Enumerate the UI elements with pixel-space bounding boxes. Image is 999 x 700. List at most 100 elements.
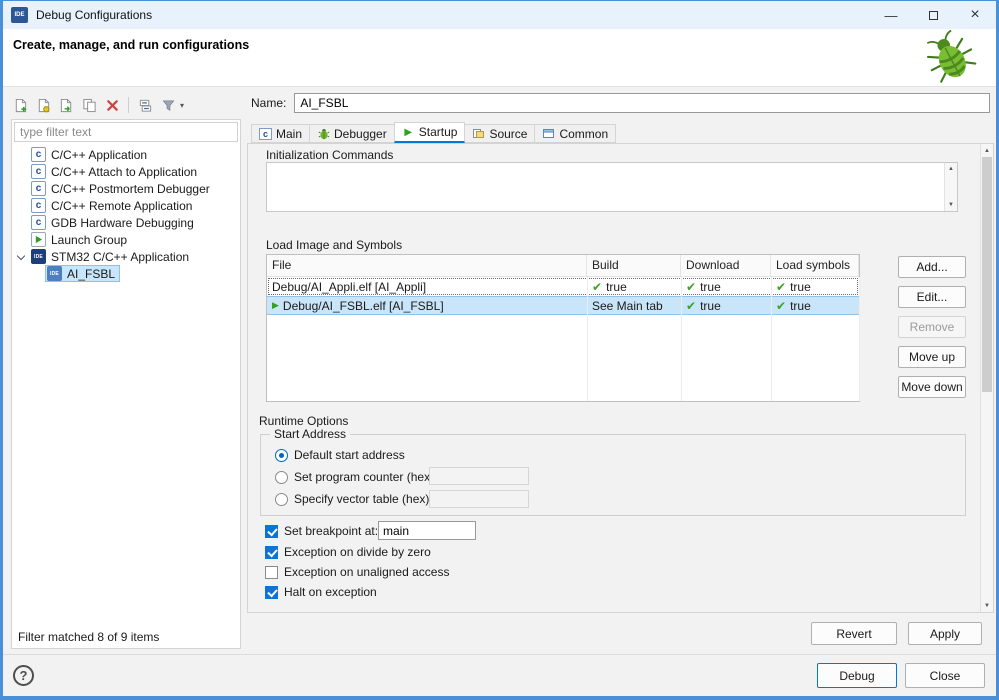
close-window-button[interactable]: × <box>954 1 996 29</box>
breakpoint-input[interactable] <box>378 521 476 540</box>
tree-item-gdb-hardware[interactable]: c GDB Hardware Debugging <box>12 214 240 231</box>
play-icon: ▶ <box>272 301 279 310</box>
init-commands-area: ▲ ▼ <box>266 162 958 212</box>
debugger-tab-icon <box>317 127 330 140</box>
checkbox-icon[interactable] <box>265 546 278 559</box>
tab-startup[interactable]: ▶ Startup <box>394 122 466 143</box>
configuration-editor: Name: c Main Debugger ▶ Startup <box>247 91 994 651</box>
scroll-up-icon[interactable]: ▲ <box>981 144 993 157</box>
vector-table-input <box>429 490 529 508</box>
tab-source[interactable]: Source <box>464 124 535 143</box>
tab-common[interactable]: Common <box>534 124 616 143</box>
build-cell: true <box>606 280 627 294</box>
tree-item-cpp-attach[interactable]: c C/C++ Attach to Application <box>12 163 240 180</box>
close-button[interactable]: Close <box>905 663 985 688</box>
debug-configurations-dialog: IDE Debug Configurations — × Create, man… <box>0 0 999 700</box>
checkbox-icon[interactable] <box>265 586 278 599</box>
scroll-down-icon[interactable]: ▼ <box>945 199 957 211</box>
export-configuration-icon[interactable] <box>57 96 75 114</box>
checkbox-exception-divide-by-zero[interactable]: Exception on divide by zero <box>265 544 431 560</box>
common-tab-icon <box>542 127 555 140</box>
column-header-load-symbols[interactable]: Load symbols <box>771 255 859 276</box>
startup-tab-panel: Initialization Commands ▲ ▼ Load Image a… <box>247 143 994 613</box>
column-divider <box>587 277 588 401</box>
tab-main[interactable]: c Main <box>251 124 310 143</box>
tab-debugger[interactable]: Debugger <box>309 124 395 143</box>
tree-item-cpp-postmortem[interactable]: c C/C++ Postmortem Debugger <box>12 180 240 197</box>
vertical-scrollbar[interactable]: ▲ ▼ <box>980 144 993 612</box>
help-icon[interactable]: ? <box>13 665 34 686</box>
add-button[interactable]: Add... <box>898 256 966 278</box>
scroll-up-icon[interactable]: ▲ <box>945 163 957 175</box>
collapse-all-icon[interactable] <box>136 96 154 114</box>
edit-button[interactable]: Edit... <box>898 286 966 308</box>
load-symbols-cell: true <box>790 280 811 294</box>
init-commands-label: Initialization Commands <box>266 148 393 162</box>
new-prototype-icon[interactable] <box>34 96 52 114</box>
configurations-tree: c C/C++ Application c C/C++ Attach to Ap… <box>12 146 240 282</box>
checkbox-icon[interactable] <box>265 525 278 538</box>
scrollbar-thumb[interactable] <box>982 157 992 392</box>
scroll-down-icon[interactable]: ▼ <box>981 599 993 612</box>
maximize-button[interactable] <box>912 1 954 29</box>
app-icon: IDE <box>11 7 28 23</box>
tree-item-stm32-application[interactable]: IDE STM32 C/C++ Application <box>12 248 240 265</box>
check-icon: ✔ <box>776 281 786 293</box>
expander-chevron-icon[interactable] <box>17 251 25 259</box>
radio-set-program-counter[interactable]: Set program counter (hex): <box>275 469 437 485</box>
c-application-icon: c <box>31 164 46 179</box>
check-icon: ✔ <box>592 281 602 293</box>
check-icon: ✔ <box>776 300 786 312</box>
name-input[interactable] <box>294 93 990 113</box>
program-counter-input <box>429 467 529 485</box>
column-header-download[interactable]: Download <box>681 255 771 276</box>
init-commands-input[interactable] <box>267 163 944 211</box>
c-application-icon: c <box>31 215 46 230</box>
checkbox-set-breakpoint[interactable]: Set breakpoint at: <box>265 523 378 539</box>
download-cell: true <box>700 299 721 313</box>
file-cell: Debug/AI_FSBL.elf [AI_FSBL] <box>283 299 444 313</box>
tree-item-ai-fsbl[interactable]: IDE AI_FSBL <box>12 265 240 282</box>
runtime-options-label: Runtime Options <box>259 414 348 428</box>
init-commands-scrollbar[interactable]: ▲ ▼ <box>944 163 957 211</box>
move-up-button[interactable]: Move up <box>898 346 966 368</box>
radio-icon[interactable] <box>275 449 288 462</box>
minimize-button[interactable]: — <box>870 1 912 29</box>
radio-specify-vector-table[interactable]: Specify vector table (hex): <box>275 491 433 507</box>
window-title: Debug Configurations <box>36 8 152 22</box>
check-icon: ✔ <box>686 281 696 293</box>
load-image-table: File Build Download Load symbols ▶ Debug… <box>266 254 860 402</box>
apply-button[interactable]: Apply <box>908 622 982 645</box>
checkbox-halt-on-exception[interactable]: Halt on exception <box>265 584 377 600</box>
filter-dropdown-caret-icon[interactable]: ▾ <box>180 101 184 110</box>
c-application-icon: c <box>31 147 46 162</box>
c-application-icon: c <box>31 198 46 213</box>
tree-item-cpp-remote[interactable]: c C/C++ Remote Application <box>12 197 240 214</box>
checkbox-exception-unaligned-access[interactable]: Exception on unaligned access <box>265 564 449 580</box>
tree-item-launch-group[interactable]: Launch Group <box>12 231 240 248</box>
remove-button: Remove <box>898 316 966 338</box>
filter-icon[interactable] <box>159 96 177 114</box>
name-row: Name: <box>251 93 990 113</box>
new-configuration-icon[interactable] <box>11 96 29 114</box>
radio-icon[interactable] <box>275 493 288 506</box>
radio-icon[interactable] <box>275 471 288 484</box>
duplicate-icon[interactable] <box>80 96 98 114</box>
filter-input[interactable] <box>14 122 238 142</box>
column-header-file[interactable]: File <box>267 255 587 276</box>
launch-group-icon <box>31 232 46 247</box>
column-header-build[interactable]: Build <box>587 255 681 276</box>
delete-icon[interactable] <box>103 96 121 114</box>
revert-button[interactable]: Revert <box>811 622 897 645</box>
stm32-ide-icon: IDE <box>31 249 46 264</box>
checkbox-icon[interactable] <box>265 566 278 579</box>
file-cell: Debug/AI_Appli.elf [AI_Appli] <box>272 280 426 294</box>
tree-item-cpp-application[interactable]: c C/C++ Application <box>12 146 240 163</box>
debug-button[interactable]: Debug <box>817 663 897 688</box>
source-tab-icon <box>472 127 485 140</box>
stm32-ide-icon: IDE <box>47 266 62 281</box>
editor-tabs: c Main Debugger ▶ Startup Source <box>251 122 615 143</box>
move-down-button[interactable]: Move down <box>898 376 966 398</box>
titlebar: IDE Debug Configurations — × <box>3 1 996 29</box>
radio-default-start-address[interactable]: Default start address <box>275 447 405 463</box>
